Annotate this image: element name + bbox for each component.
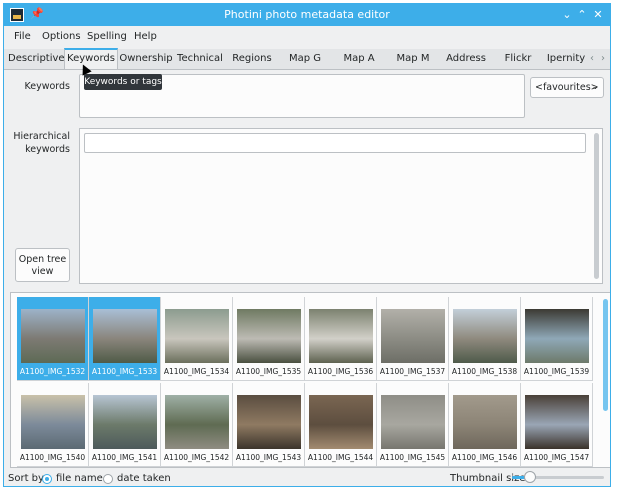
hierarchical-scrollbar[interactable] <box>594 133 599 279</box>
sort-date-taken-label[interactable]: date taken <box>117 473 171 484</box>
thumbnail-image <box>453 395 517 449</box>
thumbnail-caption: A1100_IMG_1537 <box>379 367 446 376</box>
thumbnail-image <box>525 395 589 449</box>
thumbnail-item[interactable]: A1100_IMG_1541 <box>89 383 161 467</box>
tab-map-g[interactable]: Map G <box>278 49 332 69</box>
keywords-label: Keywords <box>24 81 70 92</box>
favourites-dropdown[interactable]: <favourites> ⌄ <box>530 77 604 98</box>
thumbnail-item[interactable]: A1100_IMG_1543 <box>233 383 305 467</box>
thumbnail-grid: A1100_IMG_1532 A1100_IMG_1533 A1100_IMG_15… <box>10 292 610 468</box>
thumbnail-image <box>93 309 157 363</box>
sort-file-name-radio[interactable] <box>42 474 52 484</box>
thumbnail-item[interactable]: A1100_IMG_1537 <box>377 297 449 381</box>
title-bar[interactable]: 📌 Photini photo metadata editor ⌄ ⌃ ✕ <box>4 4 610 26</box>
tab-descriptive[interactable]: Descriptive <box>8 49 65 69</box>
thumbnail-caption: A1100_IMG_1542 <box>163 453 230 462</box>
thumbnail-image <box>21 395 85 449</box>
thumbnail-item[interactable]: A1100_IMG_1544 <box>305 383 377 467</box>
thumbnail-image <box>237 395 301 449</box>
window-title: Photini photo metadata editor <box>224 8 390 21</box>
thumbnail-image <box>165 395 229 449</box>
sort-by-label: Sort by <box>8 473 44 484</box>
hierarchical-keywords-field[interactable] <box>84 133 586 153</box>
thumbnail-item[interactable]: A1100_IMG_1539 <box>521 297 593 381</box>
menu-options[interactable]: Options <box>42 31 81 42</box>
tab-scroll-right-icon[interactable]: › <box>601 49 605 69</box>
tab-keywords[interactable]: Keywords <box>64 48 118 69</box>
favourites-value: <favourites> <box>535 82 599 93</box>
thumbnail-caption: A1100_IMG_1535 <box>235 367 302 376</box>
minimize-button[interactable]: ⌄ <box>559 7 575 23</box>
thumbnail-caption: A1100_IMG_1538 <box>451 367 518 376</box>
thumbnail-item[interactable]: A1100_IMG_1547 <box>521 383 593 467</box>
tab-map-m[interactable]: Map M <box>386 49 440 69</box>
thumbnail-image <box>21 309 85 363</box>
thumbnail-item[interactable]: A1100_IMG_1534 <box>161 297 233 381</box>
thumbnail-item[interactable]: A1100_IMG_1533 <box>89 297 161 381</box>
thumbnail-caption: A1100_IMG_1544 <box>307 453 374 462</box>
sort-date-taken-radio[interactable] <box>103 474 113 484</box>
thumbnail-caption: A1100_IMG_1533 <box>91 367 158 376</box>
thumbnail-item[interactable]: A1100_IMG_1540 <box>17 383 89 467</box>
thumbnail-image <box>93 395 157 449</box>
maximize-button[interactable]: ⌃ <box>574 7 590 23</box>
thumbnail-image <box>237 309 301 363</box>
tab-ownership[interactable]: Ownership <box>118 49 174 69</box>
open-tree-view-button[interactable]: Open tree view <box>15 248 70 282</box>
thumbnail-caption: A1100_IMG_1543 <box>235 453 302 462</box>
thumbnail-item[interactable]: A1100_IMG_1532 <box>17 297 89 381</box>
tab-regions[interactable]: Regions <box>226 49 278 69</box>
thumbnail-image <box>309 309 373 363</box>
thumbnail-item[interactable]: A1100_IMG_1545 <box>377 383 449 467</box>
thumbnail-scrollbar[interactable] <box>603 299 608 411</box>
thumbnail-caption: A1100_IMG_1532 <box>19 367 86 376</box>
tab-map-a[interactable]: Map A <box>332 49 386 69</box>
menu-help[interactable]: Help <box>134 31 157 42</box>
close-button[interactable]: ✕ <box>590 7 606 23</box>
tab-technical[interactable]: Technical <box>174 49 226 69</box>
tab-bar: Descriptive Keywords Ownership Technical… <box>4 48 610 70</box>
tab-ipernity[interactable]: Ipernity <box>544 49 588 69</box>
thumbnail-caption: A1100_IMG_1541 <box>91 453 158 462</box>
thumbnail-item[interactable]: A1100_IMG_1535 <box>233 297 305 381</box>
thumbnail-caption: A1100_IMG_1546 <box>451 453 518 462</box>
thumbnail-caption: A1100_IMG_1536 <box>307 367 374 376</box>
hierarchical-keywords-label: Hierarchical keywords <box>13 131 70 155</box>
tab-flickr[interactable]: Flickr <box>492 49 544 69</box>
tab-address[interactable]: Address <box>440 49 492 69</box>
thumbnail-caption: A1100_IMG_1545 <box>379 453 446 462</box>
tab-scroll-left-icon[interactable]: ‹ <box>590 49 594 69</box>
thumbnail-image <box>309 395 373 449</box>
thumbnail-size-slider[interactable] <box>512 471 604 483</box>
chevron-down-icon: ⌄ <box>591 82 599 92</box>
thumbnail-caption: A1100_IMG_1539 <box>523 367 590 376</box>
hierarchical-keywords-panel <box>79 128 603 284</box>
thumbnail-caption: A1100_IMG_1534 <box>163 367 230 376</box>
menu-bar: File Options Spelling Help <box>4 28 610 48</box>
thumbnail-image <box>381 395 445 449</box>
thumbnail-image <box>453 309 517 363</box>
thumbnail-item[interactable]: A1100_IMG_1546 <box>449 383 521 467</box>
thumbnail-image <box>165 309 229 363</box>
keywords-tooltip: Keywords or tags <box>84 74 162 90</box>
sort-file-name-label[interactable]: file name <box>56 473 103 484</box>
thumbnail-caption: A1100_IMG_1540 <box>19 453 86 462</box>
thumbnail-caption: A1100_IMG_1547 <box>523 453 590 462</box>
thumbnail-item[interactable]: A1100_IMG_1542 <box>161 383 233 467</box>
menu-spelling[interactable]: Spelling <box>87 31 127 42</box>
thumbnail-image <box>525 309 589 363</box>
thumbnail-item[interactable]: A1100_IMG_1538 <box>449 297 521 381</box>
thumbnail-item[interactable]: A1100_IMG_1536 <box>305 297 377 381</box>
menu-file[interactable]: File <box>14 31 31 42</box>
thumbnail-image <box>381 309 445 363</box>
